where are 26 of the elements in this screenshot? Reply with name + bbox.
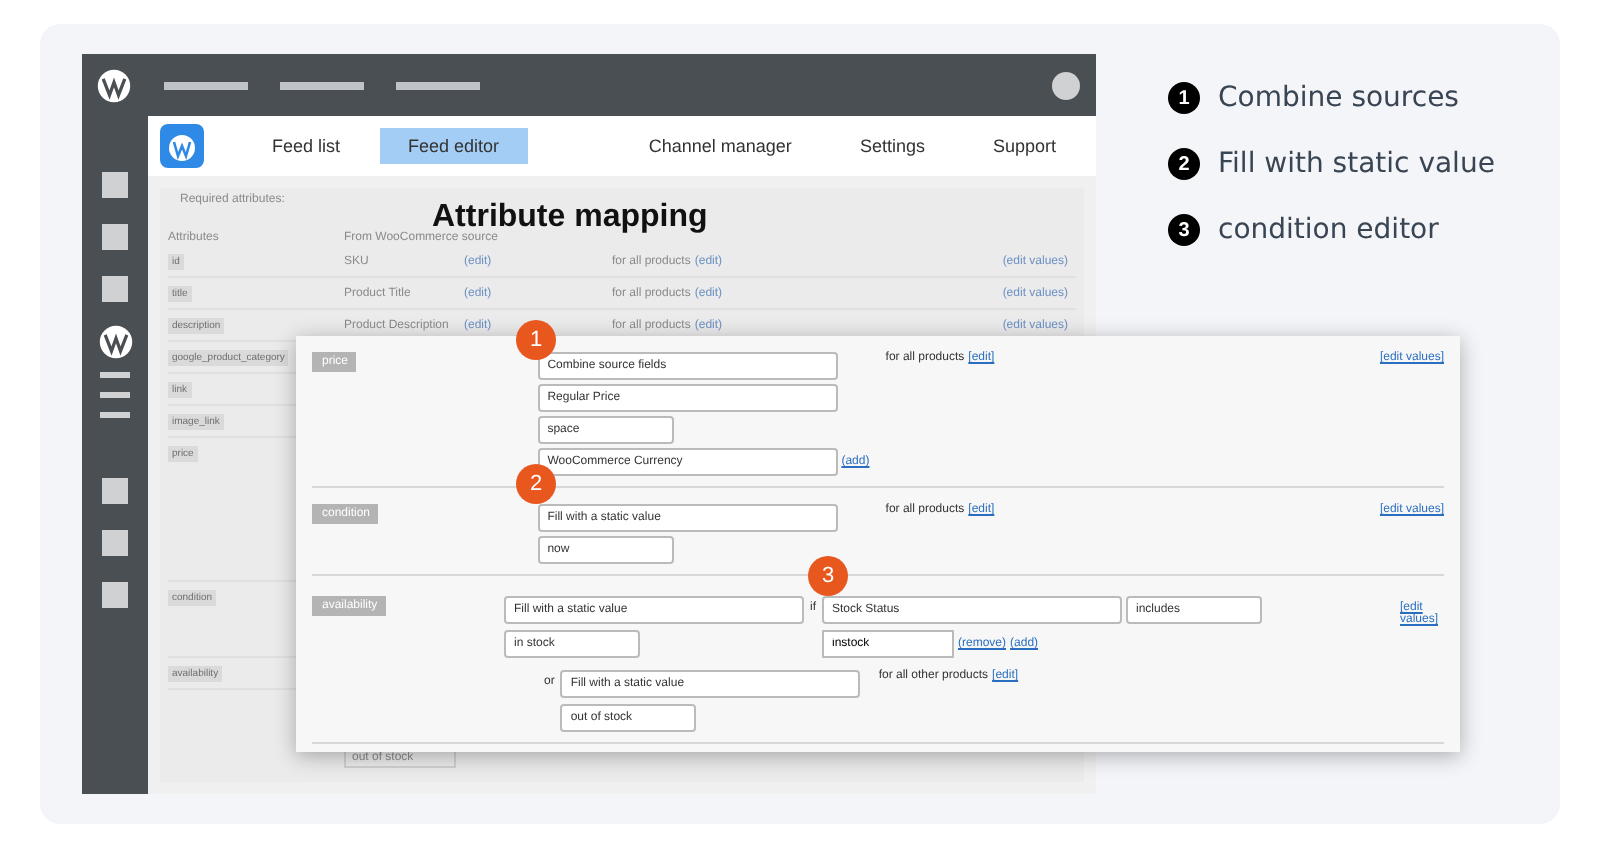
plugin-logo-icon xyxy=(160,124,204,168)
nav-tab[interactable]: Channel manager xyxy=(620,128,820,164)
menu-square-icon[interactable] xyxy=(102,530,128,556)
menu-placeholder-bar[interactable] xyxy=(280,81,364,89)
avatar-circle[interactable] xyxy=(1052,71,1080,99)
menu-square-icon[interactable] xyxy=(102,276,128,302)
menu-square-icon[interactable] xyxy=(102,224,128,250)
menu-placeholder-bar[interactable] xyxy=(396,81,480,89)
menu-square-icon[interactable] xyxy=(102,478,128,504)
legend-label: condition editor xyxy=(1218,214,1439,246)
wordpress-logo-icon[interactable] xyxy=(96,67,132,103)
nav-tab[interactable]: Settings xyxy=(831,128,953,164)
nav-tab[interactable]: Feed list xyxy=(244,128,369,164)
nav-tab[interactable]: Support xyxy=(964,128,1084,164)
number-badge: 2 xyxy=(516,464,556,504)
number-badge: 3 xyxy=(808,556,848,596)
nav-tab[interactable]: Feed editor xyxy=(380,128,528,164)
menu-placeholder-bar[interactable] xyxy=(164,81,248,89)
number-badge: 1 xyxy=(1168,82,1200,114)
legend-label: Combine sources xyxy=(1218,82,1459,114)
menu-square-icon[interactable] xyxy=(102,172,128,198)
wordpress-logo-icon[interactable] xyxy=(97,324,133,360)
number-badge: 2 xyxy=(1168,148,1200,180)
menu-square-icon[interactable] xyxy=(102,582,128,608)
legend-label: Fill with static value xyxy=(1218,148,1495,180)
number-badge: 3 xyxy=(1168,214,1200,246)
